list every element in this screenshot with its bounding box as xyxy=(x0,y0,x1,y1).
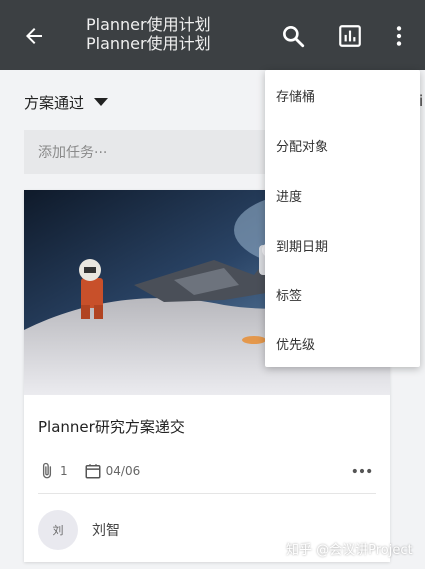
bucket-selector[interactable]: 方案通过 xyxy=(24,90,109,114)
header-subtitle: Planner使用计划 xyxy=(86,34,211,53)
paperclip-icon xyxy=(42,462,52,479)
menu-item-priority[interactable]: 优先级 xyxy=(276,334,315,353)
task-title: Planner研究方案递交 xyxy=(38,418,185,436)
group-by-menu: 存储桶 分配对象 进度 到期日期 标签 优先级 xyxy=(265,70,420,367)
header-title: Planner使用计划 xyxy=(86,15,211,34)
header-titles: Planner使用计划 Planner使用计划 xyxy=(86,15,211,53)
calendar-icon xyxy=(85,464,101,479)
task-meta: 1 04/06 xyxy=(38,460,140,482)
avatar[interactable]: 刘 xyxy=(38,510,78,550)
menu-item-progress[interactable]: 进度 xyxy=(276,186,302,205)
bar-chart-icon[interactable] xyxy=(337,23,363,49)
assignee-name: 刘智 xyxy=(92,523,120,539)
more-horizontal-icon[interactable] xyxy=(351,462,373,480)
menu-item-bucket[interactable]: 存储桶 xyxy=(276,86,315,105)
menu-item-due-date[interactable]: 到期日期 xyxy=(276,236,328,255)
search-icon[interactable] xyxy=(280,23,306,49)
add-task-placeholder: 添加任务··· xyxy=(38,145,108,161)
caret-down-icon[interactable] xyxy=(94,98,109,106)
bucket-label: 方案通过 xyxy=(24,93,85,112)
avatar-initial: 刘 xyxy=(52,524,64,537)
menu-item-labels[interactable]: 标签 xyxy=(276,285,302,304)
more-vertical-icon[interactable] xyxy=(386,23,412,49)
menu-item-assignee[interactable]: 分配对象 xyxy=(276,136,328,155)
app-header: Planner使用计划 Planner使用计划 xyxy=(0,0,425,70)
attachment-count: 1 xyxy=(60,464,68,478)
watermark: 知乎 @会议讲Project xyxy=(286,543,413,558)
card-divider xyxy=(38,493,376,494)
due-date: 04/06 xyxy=(105,464,141,478)
back-arrow-icon[interactable] xyxy=(22,24,46,48)
